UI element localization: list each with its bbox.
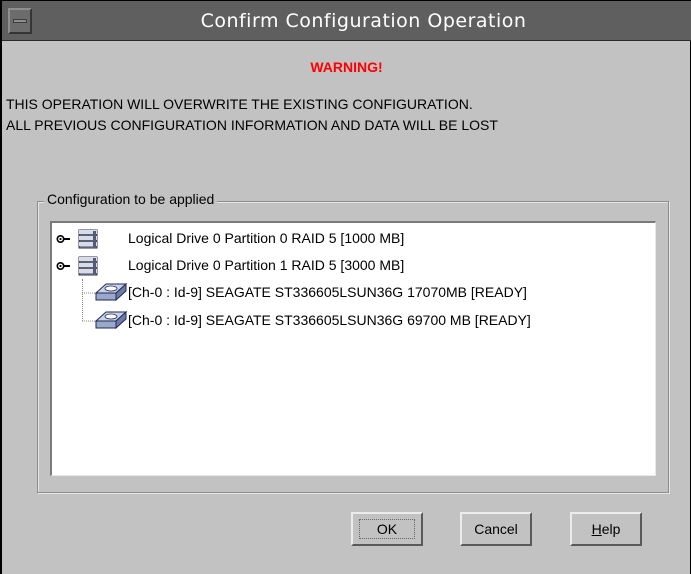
expand-handle-icon[interactable] [56,233,70,245]
window-title: Confirm Configuration Operation [200,10,527,32]
help-button[interactable]: Help [570,512,642,546]
cancel-button-label: Cancel [474,521,518,537]
database-icon [78,256,98,276]
configuration-group-label: Configuration to be applied [44,191,218,207]
cancel-button[interactable]: Cancel [460,512,532,546]
window-menu-icon [13,19,27,23]
tree-item-label: Logical Drive 0 Partition 0 RAID 5 [1000… [128,230,405,246]
hard-disk-icon [82,310,128,330]
configuration-tree[interactable]: Logical Drive 0 Partition 0 RAID 5 [1000… [50,221,656,476]
tree-item-disk-2[interactable]: [Ch-0 : Id-9] SEAGATE ST336605LSUN36G 69… [52,310,652,331]
help-button-mnemonic: H [591,521,602,537]
confirm-dialog-window: Confirm Configuration Operation WARNING!… [0,0,691,574]
tree-item-disk-1[interactable]: [Ch-0 : Id-9] SEAGATE ST336605LSUN36G 17… [52,282,652,303]
warning-message-line2: ALL PREVIOUS CONFIGURATION INFORMATION A… [6,117,498,133]
database-icon [78,229,98,249]
expand-handle-icon[interactable] [56,260,70,272]
ok-button-label: OK [376,521,398,537]
warning-heading: WARNING! [310,59,383,75]
window-menu-button[interactable] [8,8,32,34]
warning-message-line1: THIS OPERATION WILL OVERWRITE THE EXISTI… [6,96,473,112]
title-bar[interactable]: Confirm Configuration Operation [2,1,691,41]
tree-item-logical-drive-partition-1[interactable]: Logical Drive 0 Partition 1 RAID 5 [3000… [52,256,652,276]
tree-item-label: Logical Drive 0 Partition 1 RAID 5 [3000… [128,257,405,273]
ok-button[interactable]: OK [351,512,423,546]
hard-disk-icon [82,282,128,302]
tree-item-label: [Ch-0 : Id-9] SEAGATE ST336605LSUN36G 17… [128,284,527,300]
tree-item-logical-drive-partition-0[interactable]: Logical Drive 0 Partition 0 RAID 5 [1000… [52,229,652,249]
help-button-label: elp [601,521,621,537]
tree-item-label: [Ch-0 : Id-9] SEAGATE ST336605LSUN36G 69… [128,312,531,328]
